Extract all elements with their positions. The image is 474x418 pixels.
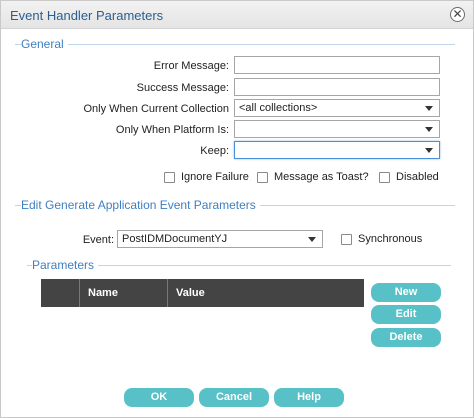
- event-label: Event:: [82, 234, 114, 246]
- success-message-input[interactable]: [234, 78, 440, 96]
- parameters-table: Name Value: [41, 279, 364, 307]
- close-button[interactable]: ✕: [450, 7, 465, 22]
- dialog-title: Event Handler Parameters: [10, 8, 164, 23]
- cancel-button[interactable]: Cancel: [199, 388, 269, 407]
- disabled-label: Disabled: [396, 171, 439, 183]
- edit-button[interactable]: Edit: [371, 305, 441, 324]
- keep-label: Keep:: [200, 145, 229, 157]
- checkbox-box[interactable]: [257, 171, 268, 183]
- chevron-down-icon: [308, 237, 316, 242]
- column-header-name[interactable]: Name: [88, 279, 118, 307]
- message-toast-label: Message as Toast?: [274, 171, 369, 183]
- ok-button[interactable]: OK: [124, 388, 194, 407]
- collection-select[interactable]: <all collections>: [234, 99, 440, 117]
- title-bar[interactable]: Event Handler Parameters ✕: [1, 1, 473, 29]
- general-divider: [15, 44, 455, 45]
- keep-select[interactable]: [234, 141, 440, 159]
- collection-select-value: <all collections>: [239, 102, 318, 114]
- event-select[interactable]: PostIDMDocumentYJ: [117, 230, 323, 248]
- disabled-checkbox[interactable]: Disabled: [379, 171, 439, 183]
- error-message-label: Error Message:: [153, 60, 229, 72]
- platform-select[interactable]: [234, 120, 440, 138]
- column-divider: [167, 279, 168, 307]
- checkbox-box[interactable]: [341, 233, 352, 245]
- event-select-value: PostIDMDocumentYJ: [122, 233, 228, 245]
- column-divider: [79, 279, 80, 307]
- message-toast-checkbox[interactable]: Message as Toast?: [257, 171, 369, 183]
- synchronous-checkbox[interactable]: Synchronous: [341, 233, 422, 245]
- ignore-failure-checkbox[interactable]: Ignore Failure: [164, 171, 249, 183]
- error-message-input[interactable]: [234, 56, 440, 74]
- parameters-section-title: Parameters: [32, 258, 99, 272]
- success-message-label: Success Message:: [136, 82, 229, 94]
- collection-label: Only When Current Collection: [83, 103, 229, 115]
- delete-button[interactable]: Delete: [371, 328, 441, 347]
- event-params-section-title: Edit Generate Application Event Paramete…: [21, 198, 260, 212]
- general-section-title: General: [21, 37, 68, 51]
- chevron-down-icon: [425, 106, 433, 111]
- chevron-down-icon: [425, 148, 433, 153]
- new-button[interactable]: New: [371, 283, 441, 302]
- column-header-value[interactable]: Value: [176, 279, 205, 307]
- platform-label: Only When Platform Is:: [115, 124, 229, 136]
- checkbox-box[interactable]: [164, 171, 175, 183]
- chevron-down-icon: [425, 127, 433, 132]
- event-handler-dialog: Event Handler Parameters ✕ General Error…: [0, 0, 474, 418]
- synchronous-label: Synchronous: [358, 233, 423, 245]
- checkbox-box[interactable]: [379, 171, 390, 183]
- help-button[interactable]: Help: [274, 388, 344, 407]
- ignore-failure-label: Ignore Failure: [181, 171, 249, 183]
- close-icon: ✕: [452, 7, 463, 21]
